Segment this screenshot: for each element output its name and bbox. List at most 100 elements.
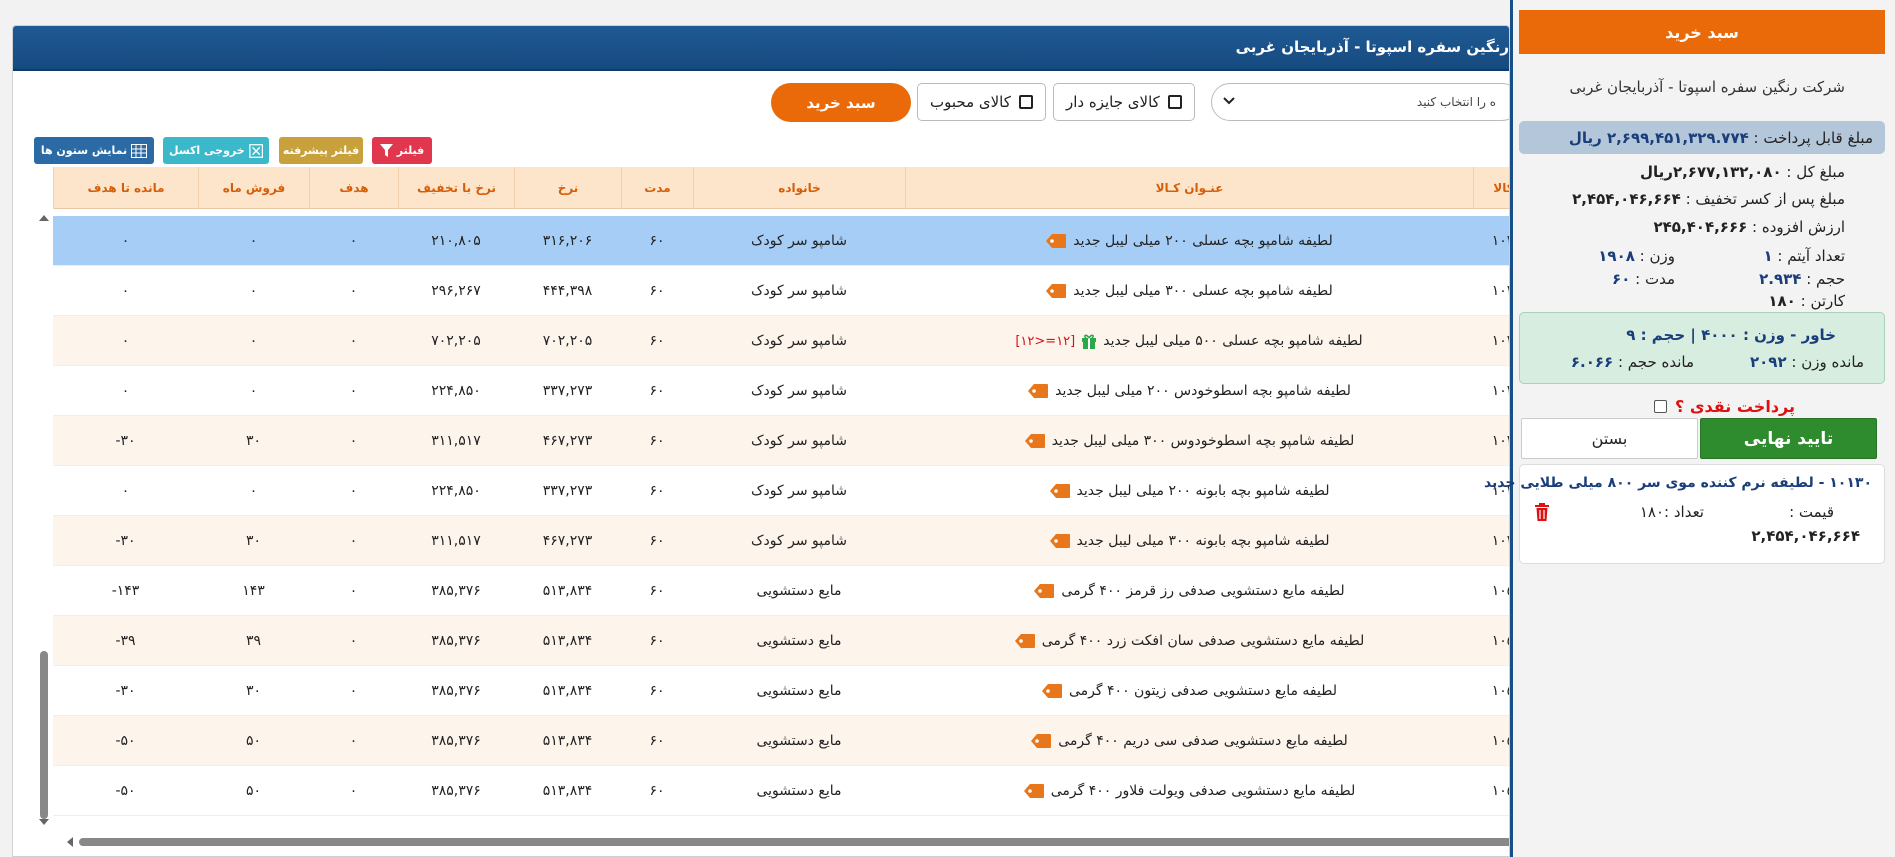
cell-name[interactable]: لطیفه مایع دستشویی صدفی زیتون ۴۰۰ گرمی xyxy=(905,666,1473,716)
vertical-scroll-thumb[interactable] xyxy=(40,651,48,819)
cell-name[interactable]: لطیفه مایع دستشویی صدفی ویولت فلاور ۴۰۰ … xyxy=(905,766,1473,816)
filter-label: فیلتر xyxy=(396,144,425,157)
cart-item-title: ۱۰۱۳۰ - لطیفه نرم کننده موی سر ۸۰۰ میلی … xyxy=(1483,475,1872,491)
prize-items-toggle[interactable]: کالای جایزه دار xyxy=(1053,83,1195,121)
cell-term: ۶۰ xyxy=(649,283,665,299)
col-header-remaining[interactable]: مانده تا هدف xyxy=(53,167,198,209)
cell-target: ۰ xyxy=(349,383,358,399)
chevron-down-icon xyxy=(1223,97,1235,105)
table-row[interactable]: ۱۰۴ لطیفه شامپو بچه عسلی ۵۰۰ میلی لیبل جد… xyxy=(53,316,1509,366)
cell-discount-rate: ۳۸۵,۳۷۶ xyxy=(431,633,481,649)
cell-family: شامپو سر کودک xyxy=(751,433,847,449)
tag-icon xyxy=(1042,684,1063,698)
cell-name[interactable]: لطیفه مایع دستشویی صدفی سان افکت زرد ۴۰۰… xyxy=(905,616,1473,666)
col-header-discount-rate[interactable]: نرخ با تخفیف xyxy=(398,167,514,209)
company-name: شرکت رنگین سفره اسپوتا - آذربایجان غربی xyxy=(1569,78,1845,96)
product-name: لطیفه شامپو بچه بابونه ۲۰۰ میلی لیبل جدی… xyxy=(1076,483,1330,499)
table-row[interactable]: ۱۰۵ لطیفه مایع دستشویی صدفی سی دریم ۴۰۰ گ… xyxy=(53,716,1509,766)
cell-rate: ۵۱۳,۸۳۴ xyxy=(542,633,593,649)
excel-icon xyxy=(248,143,263,158)
cell-name[interactable]: لطیفه شامپو بچه بابونه ۳۰۰ میلی لیبل جدی… xyxy=(905,516,1473,566)
col-header-name[interactable]: عنـوان کـالا xyxy=(905,167,1473,209)
cell-month-sales: ۳۰ xyxy=(245,433,262,449)
cell-remaining: ۳۹- xyxy=(115,633,136,649)
cell-name[interactable]: لطیفه شامپو بچه عسلی ۳۰۰ میلی لیبل جدید xyxy=(905,266,1473,316)
cell-term: ۶۰ xyxy=(649,683,665,699)
scroll-left-icon[interactable] xyxy=(63,834,77,850)
table-row[interactable]: ۱۰۴ لطیفه شامپو بچه اسطوخودوس ۳۰۰ میلی لی… xyxy=(53,416,1509,466)
cell-term: ۶۰ xyxy=(649,233,665,249)
cell-code: ۱۰۵ xyxy=(1491,733,1509,749)
cell-discount-rate: ۳۱۱,۵۱۷ xyxy=(431,433,481,449)
favorite-checkbox[interactable] xyxy=(1018,95,1033,109)
cell-rate: ۵۱۳,۸۳۴ xyxy=(542,683,593,699)
cell-code: ۱۰۴ xyxy=(1491,433,1509,449)
remaining-volume-value: ۶.۰۶۶ xyxy=(1570,353,1614,371)
table-row[interactable]: ۱۰۴ لطیفه شامپو بچه عسلی ۲۰۰ میلی لیبل جد… xyxy=(53,216,1509,266)
volume-value: ۲.۹۳۴ xyxy=(1759,270,1802,288)
advanced-filter-button[interactable]: فیلتر پیشرفته xyxy=(279,137,363,164)
close-button[interactable]: بستن xyxy=(1521,418,1698,459)
col-header-month-sales[interactable]: فروش ماه xyxy=(198,167,309,209)
cell-rate: ۵۱۳,۸۳۴ xyxy=(542,733,593,749)
col-header-term[interactable]: مدت xyxy=(621,167,693,209)
table-row[interactable]: ۱۰۵ لطیفه مایع دستشویی صدفی رز قرمز ۴۰۰ گ… xyxy=(53,566,1509,616)
cell-name[interactable]: لطیفه شامپو بچه اسطوخودوس ۳۰۰ میلی لیبل … xyxy=(905,416,1473,466)
cell-target: ۰ xyxy=(349,733,358,749)
cell-family: شامپو سر کودک xyxy=(751,483,847,499)
product-name: لطیفه مایع دستشویی صدفی ویولت فلاور ۴۰۰ … xyxy=(1050,783,1356,799)
horizontal-scroll-thumb[interactable] xyxy=(79,838,1509,846)
prize-checkbox[interactable] xyxy=(1167,95,1182,109)
vertical-scrollbar[interactable] xyxy=(37,211,51,825)
cell-target: ۰ xyxy=(349,633,358,649)
tag-icon xyxy=(1023,784,1044,798)
promo-label: [۱۲=<۱۲] xyxy=(1015,333,1076,349)
cell-target: ۰ xyxy=(349,483,358,499)
total-amount: مبلغ کل : ۲,۶۷۷,۱۳۲,۰۸۰ریال xyxy=(1640,163,1845,181)
vat-amount: ارزش افزوده : ۲۴۵,۴۰۴,۶۶۶ xyxy=(1653,218,1845,236)
confirm-button[interactable]: تایید نهایی xyxy=(1700,418,1877,459)
weight: وزن : ۱۹۰۸ xyxy=(1598,247,1675,265)
filter-button[interactable]: فیلتر xyxy=(372,137,432,164)
cell-name[interactable]: لطیفه شامپو بچه عسلی ۵۰۰ میلی لیبل جدید [… xyxy=(905,316,1473,366)
cell-name[interactable]: لطیفه شامپو بچه اسطوخودس ۲۰۰ میلی لیبل ج… xyxy=(905,366,1473,416)
cell-term: ۶۰ xyxy=(649,633,665,649)
product-list-panel: رنگین سفره اسپوتا - آذربایجان غربی ه را … xyxy=(12,25,1510,857)
cart-button[interactable]: سبد خرید xyxy=(771,83,911,122)
table-row[interactable]: ۱۰۵ لطیفه مایع دستشویی صدفی زیتون ۴۰۰ گرم… xyxy=(53,666,1509,716)
col-header-code[interactable]: کالا xyxy=(1473,167,1509,209)
trash-icon[interactable] xyxy=(1534,503,1550,521)
table-row[interactable]: ۱۰۴ لطیفه شامپو بچه عسلی ۳۰۰ میلی لیبل جد… xyxy=(53,266,1509,316)
favorite-items-toggle[interactable]: کالای محبوب xyxy=(917,83,1046,121)
grid-icon xyxy=(131,143,148,158)
remaining-weight-value: ۲۰۹۲ xyxy=(1749,353,1787,371)
table-row[interactable]: ۱۰۴ لطیفه شامپو بچه بابونه ۳۰۰ میلی لیبل … xyxy=(53,516,1509,566)
table-row[interactable]: ۱۰۴ لطیفه شامپو بچه اسطوخودس ۲۰۰ میلی لیب… xyxy=(53,366,1509,416)
table-row[interactable]: ۱۰۴ لطیفه شامپو بچه بابونه ۲۰۰ میلی لیبل … xyxy=(53,466,1509,516)
col-header-family[interactable]: خانواده xyxy=(693,167,905,209)
horizontal-scrollbar[interactable] xyxy=(63,834,1509,850)
col-header-target[interactable]: هدف xyxy=(309,167,398,209)
table-row[interactable]: ۱۰۵ لطیفه مایع دستشویی صدفی سان افکت زرد … xyxy=(53,616,1509,666)
cell-name[interactable]: لطیفه شامپو بچه عسلی ۲۰۰ میلی لیبل جدید xyxy=(905,216,1473,266)
cell-remaining: ۰ xyxy=(121,483,130,499)
cell-name[interactable]: لطیفه شامپو بچه بابونه ۲۰۰ میلی لیبل جدی… xyxy=(905,466,1473,516)
cell-discount-rate: ۳۸۵,۳۷۶ xyxy=(431,783,481,799)
cash-payment[interactable]: پرداخت نقدی ؟ xyxy=(1654,397,1795,416)
cell-family: مایع دستشویی xyxy=(756,733,842,749)
cell-month-sales: ۳۹ xyxy=(245,633,262,649)
cell-name[interactable]: لطیفه مایع دستشویی صدفی سی دریم ۴۰۰ گرمی xyxy=(905,716,1473,766)
scroll-up-icon[interactable] xyxy=(37,211,51,225)
product-group-select[interactable]: ه را انتخاب کنید xyxy=(1211,83,1509,121)
tag-icon xyxy=(1046,284,1067,298)
scroll-down-icon[interactable] xyxy=(37,815,51,829)
cell-name[interactable]: لطیفه مایع دستشویی صدفی رز قرمز ۴۰۰ گرمی xyxy=(905,566,1473,616)
cash-checkbox[interactable] xyxy=(1654,400,1668,413)
cart-sidebar: سبد خرید شرکت رنگین سفره اسپوتا - آذربای… xyxy=(1484,0,1895,857)
col-header-rate[interactable]: نرخ xyxy=(514,167,621,209)
table-row[interactable]: ۱۰۵ لطیفه مایع دستشویی صدفی ویولت فلاور ۴… xyxy=(53,766,1509,816)
excel-export-button[interactable]: خروجی اکسل xyxy=(163,137,269,164)
show-columns-button[interactable]: نمایش ستون ها xyxy=(34,137,154,164)
remaining-weight: مانده وزن : ۲۰۹۲ xyxy=(1750,353,1864,371)
cell-remaining: ۳۰- xyxy=(115,433,136,449)
